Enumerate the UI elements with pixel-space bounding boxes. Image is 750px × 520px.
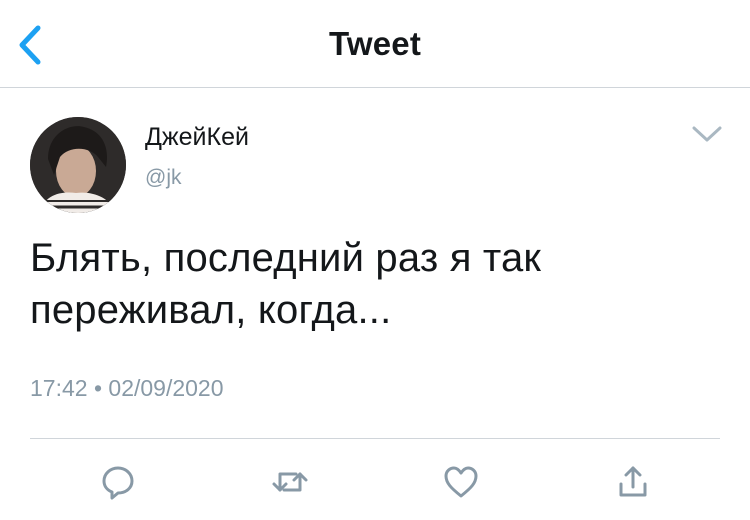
tweet-time: 17:42: [30, 375, 88, 401]
page-title: Tweet: [328, 25, 422, 62]
retweet-button[interactable]: [270, 462, 310, 502]
heart-icon: [444, 466, 478, 498]
tweet-timestamp[interactable]: 17:42 • 02/09/2020: [30, 375, 224, 402]
like-button[interactable]: [441, 462, 481, 502]
meta-separator: •: [93, 375, 103, 401]
avatar-image: [30, 117, 126, 213]
author-handle[interactable]: @jk: [145, 166, 181, 190]
tweet-date: 02/09/2020: [108, 375, 224, 401]
retweet-icon: [272, 472, 308, 492]
tweet-menu-button[interactable]: [690, 120, 724, 148]
share-icon: [619, 466, 647, 497]
top-bar: Tweet: [0, 0, 750, 88]
share-button[interactable]: [613, 462, 653, 502]
tweet-text: Блять, последний раз я так переживал, ко…: [30, 236, 542, 332]
chevron-down-icon: [692, 126, 722, 142]
avatar[interactable]: [30, 117, 126, 213]
divider: [30, 438, 720, 439]
reply-button[interactable]: [98, 462, 138, 502]
author-name[interactable]: ДжейКей: [145, 123, 249, 152]
reply-icon: [102, 466, 134, 500]
